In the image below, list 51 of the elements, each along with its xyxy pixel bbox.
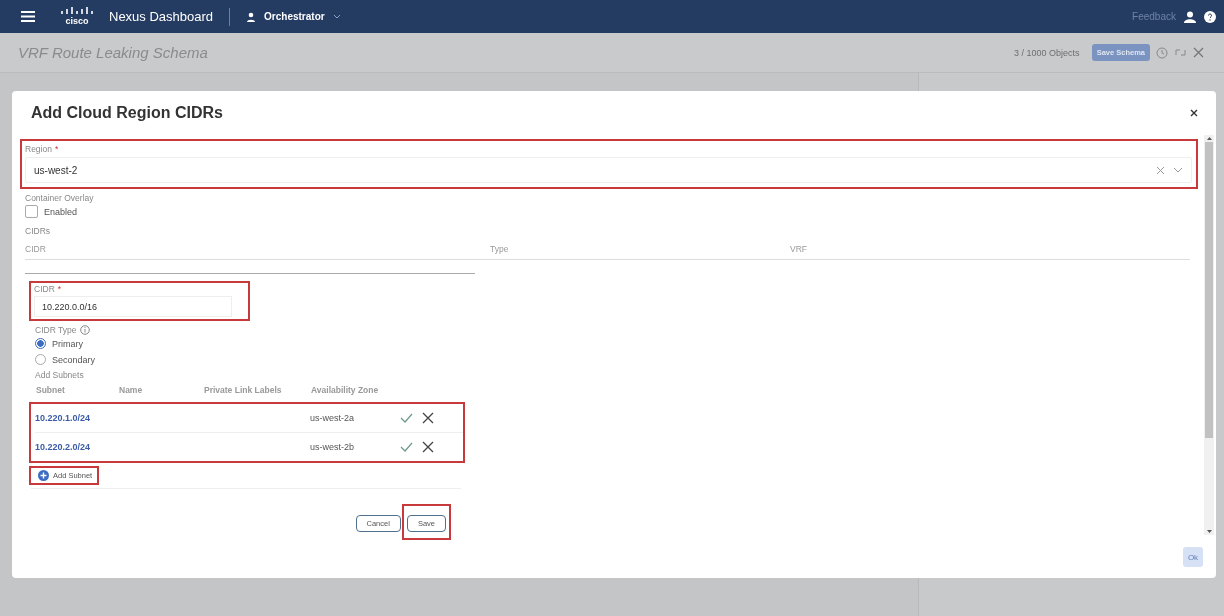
table-cell-text: us-west-2a [310, 413, 355, 423]
app-title: Nexus Dashboard [109, 9, 214, 24]
field-label: Region [25, 144, 52, 154]
field-label: Container Overlay [25, 193, 95, 203]
chevron-down-icon [332, 14, 341, 19]
clear-icon[interactable] [1156, 165, 1165, 175]
subnet-link[interactable]: 10.220.2.0/24 [35, 442, 118, 452]
service-dropdown[interactable]: Orchestrator [264, 11, 325, 22]
checkbox[interactable] [25, 205, 38, 218]
page-title: VRF Route Leaking Schema [18, 44, 208, 61]
required-mark: * [57, 284, 62, 294]
plus-icon [38, 470, 49, 481]
cidr-input[interactable]: 10.220.0.0/16 [34, 296, 232, 317]
region-select[interactable]: us-west-2 [25, 157, 1192, 183]
object-count: 3 / 1000 Objects [1014, 47, 1080, 58]
radio-label: Primary [52, 338, 83, 349]
scrollbar[interactable] [1204, 135, 1214, 535]
column-header: Availability Zone [311, 385, 380, 395]
checkbox-label: Enabled [44, 206, 78, 217]
delete-icon[interactable] [422, 412, 434, 424]
user-icon[interactable] [1184, 10, 1196, 23]
dialog-title: Add Cloud Region CIDRs [31, 104, 224, 122]
column-header: Subnet [36, 385, 66, 395]
section-label: Add Subnets [35, 370, 85, 380]
table-cell-text: us-west-2b [310, 442, 355, 452]
close-icon[interactable] [1190, 109, 1198, 117]
scroll-down-icon[interactable] [1206, 530, 1212, 533]
person-icon [246, 11, 257, 22]
radio-label: Secondary [52, 354, 96, 365]
column-header: CIDR [25, 244, 47, 254]
column-header: Name [119, 385, 144, 395]
info-icon[interactable] [80, 325, 91, 335]
subnet-link[interactable]: 10.220.1.0/24 [35, 413, 118, 423]
history-icon[interactable] [1156, 46, 1168, 59]
scroll-up-icon[interactable] [1206, 137, 1212, 140]
section-label: CIDRs [25, 226, 52, 236]
column-header: Type [490, 244, 510, 254]
field-label: CIDR Type [35, 325, 77, 335]
delete-icon[interactable] [422, 441, 434, 453]
logo-bars-icon [61, 7, 93, 16]
chevron-down-icon [1173, 167, 1183, 173]
check-icon[interactable] [400, 413, 413, 423]
column-header: Private Link Labels [204, 385, 283, 395]
radio-button[interactable] [35, 338, 46, 349]
logo-text: cisco [65, 17, 89, 26]
column-header: VRF [790, 244, 807, 254]
help-icon[interactable] [1204, 10, 1216, 23]
check-icon[interactable] [400, 442, 413, 452]
field-label: CIDR [34, 284, 55, 294]
menu-icon[interactable] [21, 11, 35, 22]
required-mark: * [54, 144, 59, 154]
